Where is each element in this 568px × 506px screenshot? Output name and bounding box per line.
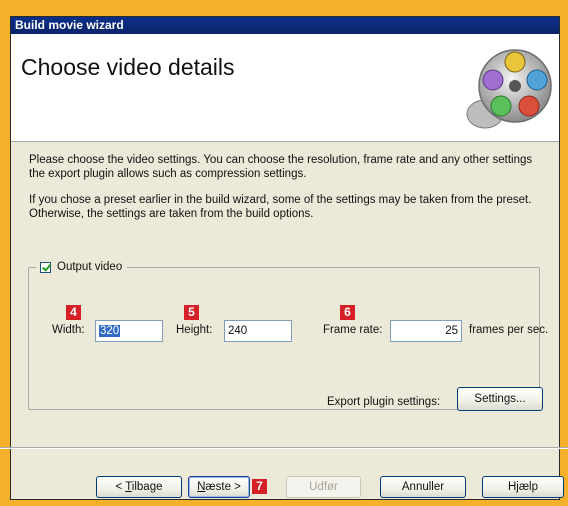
footer-divider: [0, 447, 568, 449]
window-title: Build movie wizard: [15, 18, 124, 32]
window-titlebar: Build movie wizard: [11, 17, 559, 34]
height-value: 240: [228, 325, 248, 337]
framerate-value: 25: [445, 325, 458, 337]
wizard-header: Choose video details: [11, 34, 559, 142]
height-input[interactable]: 240: [224, 320, 292, 342]
framerate-label: Frame rate:: [323, 324, 383, 336]
width-input[interactable]: 320: [95, 320, 163, 342]
finish-button[interactable]: Udfør: [286, 476, 361, 498]
next-button[interactable]: Næste >: [188, 476, 250, 498]
height-label: Height:: [176, 324, 213, 336]
framerate-unit-label: frames per sec.: [469, 324, 549, 336]
next-label-rest: æste >: [205, 481, 241, 493]
intro-paragraph-2: If you chose a preset earlier in the bui…: [29, 194, 532, 220]
badge-height: 5: [184, 305, 199, 320]
back-prefix: <: [115, 481, 126, 493]
badge-width: 4: [66, 305, 81, 320]
page-title: Choose video details: [21, 54, 235, 80]
film-reel-icon: [457, 40, 553, 136]
badge-framerate: 6: [340, 305, 355, 320]
output-video-toggle[interactable]: Output video: [36, 258, 128, 276]
back-access-key: T: [125, 481, 132, 493]
intro-paragraph-1: Please choose the video settings. You ca…: [29, 154, 533, 180]
help-button[interactable]: Hjælp: [482, 476, 564, 498]
width-value: 320: [99, 325, 121, 337]
settings-button[interactable]: Settings...: [457, 387, 543, 411]
output-video-label: Output video: [57, 261, 123, 273]
cancel-button[interactable]: Annuller: [380, 476, 466, 498]
framerate-input[interactable]: 25: [390, 320, 462, 342]
back-button[interactable]: < Tilbage: [96, 476, 182, 498]
badge-next: 7: [252, 479, 267, 494]
output-video-checkbox[interactable]: [40, 261, 51, 273]
back-label-rest: ilbage: [131, 481, 163, 493]
width-label: Width:: [52, 324, 85, 336]
export-plugin-label: Export plugin settings:: [327, 396, 441, 408]
